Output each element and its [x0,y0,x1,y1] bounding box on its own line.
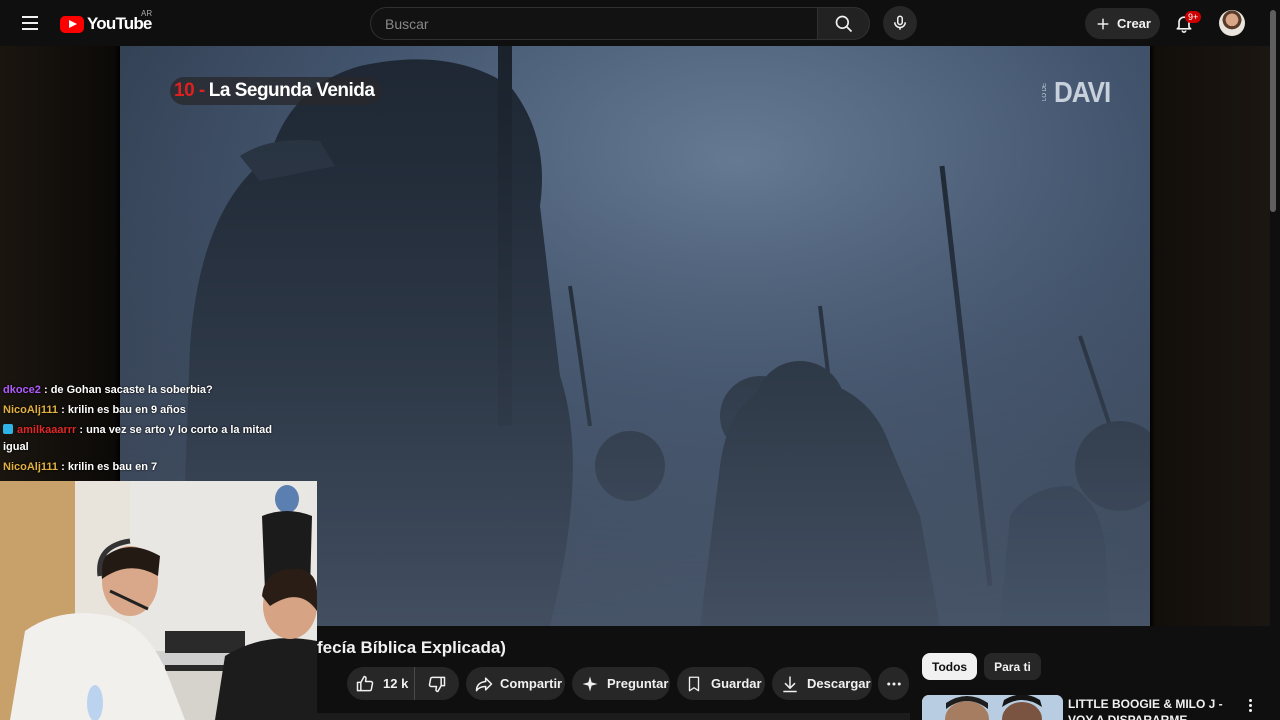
chip-para-ti[interactable]: Para ti [984,653,1041,680]
notification-badge: 9+ [1185,11,1202,23]
video-chapter-overlay: 10 - La Segunda Venida [170,77,383,105]
youtube-logo[interactable]: YouTube [60,13,152,35]
share-button[interactable]: Compartir [466,667,565,700]
voice-search-button[interactable] [883,6,917,40]
recommendation-menu-icon[interactable] [1241,696,1259,714]
thumbs-up-icon [356,675,374,691]
video-title: fecía Bíblica Explicada) [317,638,506,657]
thumbnail-image [922,695,1063,720]
user-avatar[interactable] [1219,10,1245,36]
save-button[interactable]: Guardar [677,667,765,700]
chapter-number: 10 - [174,80,205,101]
more-horizontal-icon [886,682,901,685]
search-button[interactable] [817,7,870,40]
chat-text: : de Gohan sacaste la soberbia? [43,384,213,396]
recommendation-title[interactable]: LITTLE BOOGIE & MILO J - VOY A DISPARARM… [1068,696,1236,720]
youtube-play-icon [60,15,84,33]
chat-message: NicoAlj111 : krilin es bau en 7 [3,459,278,476]
share-icon [475,676,493,691]
chat-message: amilkaaarrr : una vez se arto y lo corto… [3,422,278,456]
watermark-big-text: DAVI [1054,75,1111,109]
ask-button[interactable]: Preguntar [572,667,670,700]
ask-label: Preguntar [607,676,669,691]
sparkle-icon [582,676,598,691]
youtube-watch-page: YouTube AR Crear 9+ [0,0,1280,720]
save-label: Guardar [711,676,762,691]
like-count: 12 k [383,676,409,691]
chat-message: dkoce2 : de Gohan sacaste la soberbia? [3,382,278,399]
plus-icon [1097,18,1109,29]
chat-username: dkoce2 [3,384,41,396]
chat-username: NicoAlj111 [3,461,59,473]
search-icon [835,15,852,32]
webcam-scene [0,481,317,720]
chapter-title: La Segunda Venida [208,80,375,101]
chat-message: NicoAlj111 : krilin es bau en 9 años [3,402,278,419]
like-dislike-group: 12 k [347,667,459,700]
streamer-webcam [0,481,317,720]
subscriber-badge-icon [3,424,13,434]
share-label: Compartir [500,676,563,691]
description-box-edge [317,713,910,720]
watermark-small-text: LO DE [1042,83,1048,102]
like-button[interactable]: 12 k [347,667,415,700]
channel-watermark: LO DE DAVI [1042,75,1111,109]
top-bar: YouTube AR Crear 9+ [0,0,1280,46]
thumbs-down-icon [428,676,446,692]
chip-todos[interactable]: Todos [922,653,978,680]
chat-username: NicoAlj111 [3,404,59,416]
microphone-icon [894,15,906,30]
chat-text: : krilin es bau en 7 [61,461,158,473]
chat-username: amilkaaarrr [17,424,77,436]
search-bar [370,7,870,40]
create-button[interactable]: Crear [1085,8,1160,39]
search-input[interactable] [370,7,817,40]
bookmark-icon [688,676,700,691]
notifications-button[interactable]: 9+ [1168,7,1202,39]
recommendation-filter-chips: Todos Para ti [922,653,1041,680]
download-icon [783,676,797,692]
download-button[interactable]: Descargar [772,667,872,700]
download-label: Descargar [807,676,871,691]
recommendation-thumbnail[interactable] [922,695,1063,720]
create-label: Crear [1117,16,1151,31]
chat-text: : krilin es bau en 9 años [61,404,186,416]
hamburger-menu-icon[interactable] [14,7,46,39]
page-scrollbar[interactable] [1270,10,1276,212]
dislike-button[interactable] [415,667,459,700]
stream-chat-overlay: dkoce2 : de Gohan sacaste la soberbia? N… [3,382,278,479]
region-code: AR [141,9,153,18]
more-actions-button[interactable] [878,667,909,700]
